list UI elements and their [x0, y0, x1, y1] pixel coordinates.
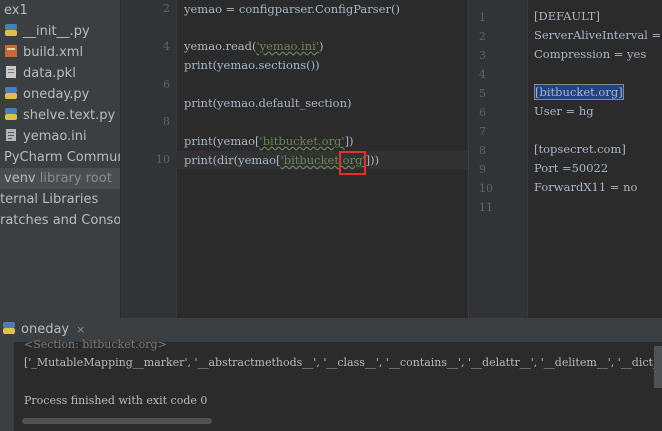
tree-item-suffix: library root	[39, 171, 112, 186]
highlighted-section: [bitbucket.org]	[534, 84, 624, 100]
file-icon	[4, 65, 18, 79]
vertical-scrollbar[interactable]	[654, 346, 662, 388]
tree-item-ex1[interactable]: ex1	[4, 0, 28, 21]
run-console[interactable]: <Section: bitbucket.org> ['_MutableMappi…	[0, 338, 662, 431]
line-number: 11	[479, 201, 493, 214]
line-gutter: 1 2 3 4 5 6 7 8 9 10 11	[469, 0, 527, 318]
code-line: print(yemao.default_section)	[184, 96, 352, 110]
line-number: 6	[479, 106, 486, 119]
tree-item-label: ratches and Consoles	[0, 213, 120, 228]
line-number: 1	[479, 11, 486, 24]
code-line: ForwardX11 = no	[534, 180, 638, 194]
line-number: 4	[163, 40, 170, 53]
code-line: [bitbucket.org]	[534, 83, 624, 102]
code-line: yemao = configparser.ConfigParser()	[184, 2, 400, 16]
tree-item-label: data.pkl	[23, 66, 76, 81]
code-line: Compression = yes	[534, 47, 647, 61]
run-tab-label: oneday	[21, 322, 70, 337]
tree-item-label: yemao.ini	[23, 129, 87, 144]
code-line: print(yemao.sections())	[184, 58, 320, 72]
ini-editor[interactable]: 1 2 3 4 5 6 7 8 9 10 11 [DEFAULT] Server…	[468, 0, 662, 318]
line-number: 8	[479, 144, 486, 157]
code-line: [topsecret.com]	[534, 142, 626, 156]
code-line: ServerAliveInterval = 45	[534, 28, 662, 42]
console-gutter	[0, 342, 14, 431]
tree-item-label: PyCharm Community	[4, 150, 120, 165]
tree-item-init-py[interactable]: __init__.py	[4, 21, 90, 42]
tree-item-yemao-ini[interactable]: yemao.ini	[4, 126, 87, 147]
line-gutter: 2 4 6 8 10	[121, 0, 176, 294]
tree-item-external-libraries[interactable]: ternal Libraries	[0, 189, 98, 210]
line-number: 2	[163, 2, 170, 15]
line-number: 9	[479, 163, 486, 176]
xml-file-icon	[4, 44, 18, 58]
python-file-icon	[4, 86, 18, 100]
tree-item-label: shelve.text.py	[23, 108, 116, 123]
tree-item-pycharm-community[interactable]: PyCharm Community	[4, 147, 120, 168]
ini-file-icon	[4, 128, 18, 142]
tree-item-label: build.xml	[23, 45, 84, 60]
code-line: yemao.read('yemao.ini')	[184, 39, 324, 53]
close-icon[interactable]: ×	[76, 323, 85, 336]
tree-item-data-pkl[interactable]: data.pkl	[4, 63, 76, 84]
line-number: 7	[479, 125, 486, 138]
line-number: 4	[479, 68, 486, 81]
line-number: 5	[479, 87, 486, 100]
tree-item-label: oneday.py	[23, 87, 90, 102]
project-tree: ex1 __init__.py build.xml data.pkl oneda…	[0, 0, 120, 318]
tree-item-label: ternal Libraries	[0, 192, 99, 207]
python-file-icon	[4, 23, 18, 37]
python-editor[interactable]: 2 4 6 8 10 yemao = configparser.ConfigPa…	[121, 0, 468, 294]
line-number: 10	[479, 182, 493, 195]
gutter-divider	[176, 294, 177, 318]
code-line: Port =50022	[534, 161, 609, 175]
line-number: 2	[479, 30, 486, 43]
tree-item-venv[interactable]: venv library root	[0, 168, 120, 189]
gutter-divider	[176, 0, 177, 294]
tree-item-label: __init__.py	[23, 24, 90, 39]
tree-item-scratches[interactable]: ratches and Consoles	[0, 210, 120, 231]
tree-item-label: venv	[4, 171, 36, 186]
line-gutter	[121, 294, 176, 318]
console-line: ['_MutableMapping__marker', '__abstractm…	[24, 356, 662, 369]
python-file-icon	[4, 107, 18, 121]
tree-item-label: ex1	[4, 3, 28, 18]
tree-item-shelve-text-py[interactable]: shelve.text.py	[4, 105, 115, 126]
annotation-box	[339, 151, 366, 175]
gutter-divider	[527, 0, 528, 318]
console-line: <Section: bitbucket.org>	[24, 338, 167, 351]
console-line: Process finished with exit code 0	[24, 394, 208, 407]
code-line: [DEFAULT]	[534, 9, 600, 23]
tree-item-oneday-py[interactable]: oneday.py	[4, 84, 89, 105]
python-file-icon	[2, 320, 16, 334]
tree-item-build-xml[interactable]: build.xml	[4, 42, 83, 63]
line-number: 3	[479, 49, 486, 62]
line-number: 10	[156, 153, 170, 166]
code-line: User = hg	[534, 104, 594, 118]
horizontal-scrollbar[interactable]	[22, 418, 212, 424]
line-number: 8	[163, 115, 170, 128]
code-line: print(yemao['bitbucket.org'])	[184, 134, 354, 148]
line-number: 6	[163, 78, 170, 91]
